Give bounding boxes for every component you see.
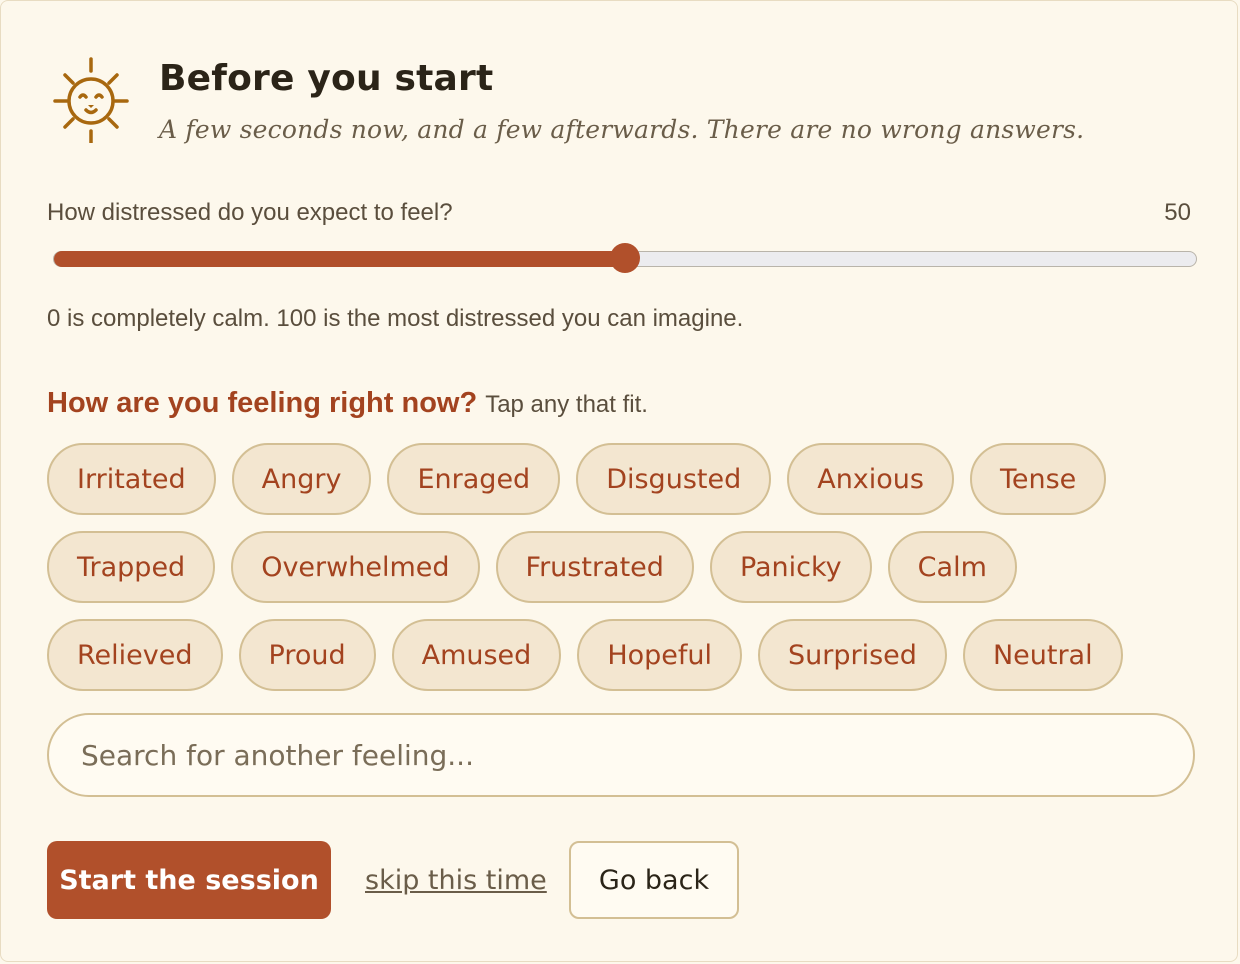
feelings-instruction: Tap any that fit.: [485, 391, 648, 418]
feeling-chip[interactable]: Disgusted: [576, 443, 772, 515]
page-title: Before you start: [159, 58, 494, 99]
distress-slider-fill: [54, 251, 626, 267]
go-back-button[interactable]: Go back: [569, 841, 739, 919]
feelings-question: How are you feeling right now?: [47, 387, 478, 419]
feeling-chip[interactable]: Calm: [887, 531, 1017, 603]
sun-face-icon: [53, 57, 129, 143]
feeling-chip[interactable]: Surprised: [758, 619, 947, 691]
header: Before you start A few seconds now, and …: [53, 57, 1084, 144]
feeling-chip[interactable]: Anxious: [787, 443, 954, 515]
distress-scale-hint: 0 is completely calm. 100 is the most di…: [47, 305, 744, 332]
feeling-chip[interactable]: Enraged: [387, 443, 561, 515]
feeling-chip[interactable]: Overwhelmed: [231, 531, 480, 603]
feeling-chip[interactable]: Irritated: [47, 443, 216, 515]
distress-slider-value: 50: [1164, 199, 1191, 226]
feeling-chip[interactable]: Tense: [969, 443, 1107, 515]
feeling-chip[interactable]: Relieved: [47, 619, 223, 691]
feeling-chip[interactable]: Frustrated: [495, 531, 694, 603]
feeling-chip[interactable]: Panicky: [709, 531, 872, 603]
page-subtitle: A few seconds now, and a few afterwards.…: [159, 115, 1085, 144]
feeling-chip[interactable]: Hopeful: [577, 619, 743, 691]
pre-session-card: Before you start A few seconds now, and …: [0, 0, 1238, 962]
distress-slider-label: How distressed do you expect to feel?: [47, 199, 453, 226]
feeling-chip[interactable]: Trapped: [47, 531, 216, 603]
feeling-chip[interactable]: Proud: [238, 619, 376, 691]
feeling-chips: Irritated Angry Enraged Disgusted Anxious Ten…: [47, 443, 1207, 691]
feeling-chip[interactable]: Amused: [391, 619, 562, 691]
header-titles: Before you start A few seconds now, and …: [159, 58, 1085, 145]
skip-link[interactable]: skip this time: [365, 865, 547, 896]
start-session-button[interactable]: Start the session: [47, 841, 331, 919]
feeling-chip[interactable]: Neutral: [962, 619, 1123, 691]
feeling-search-input[interactable]: [47, 713, 1195, 797]
feeling-chip[interactable]: Angry: [231, 443, 372, 515]
distress-slider-thumb[interactable]: [610, 243, 640, 273]
feelings-question-row: How are you feeling right now? Tap any th…: [47, 387, 648, 420]
